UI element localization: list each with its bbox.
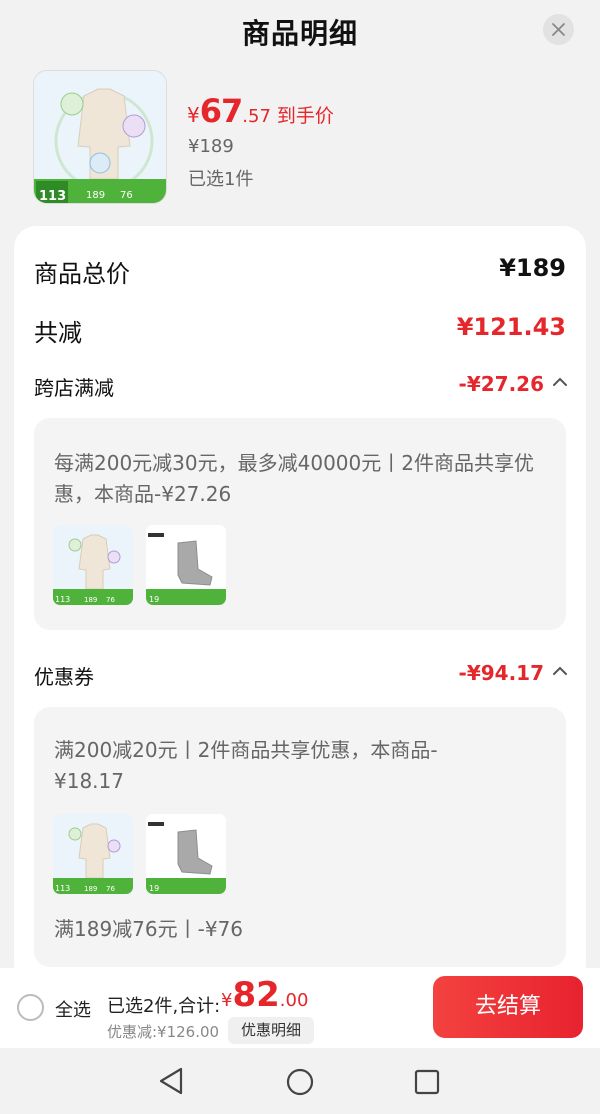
sum-price: ¥82.00 <box>221 975 308 1015</box>
price-integer: 67 <box>199 92 244 130</box>
svg-text:19: 19 <box>149 595 159 604</box>
selected-count: 已选1件 <box>188 169 254 190</box>
total-reduction-label: 共减 <box>34 319 82 347</box>
select-all-radio[interactable] <box>17 994 44 1021</box>
discount-note: 优惠减:¥126.00 <box>107 1023 220 1041</box>
total-price-value: ¥189 <box>499 254 566 282</box>
coupon-extra-text: 满189减76元丨-¥76 <box>54 917 244 941</box>
total-price-label: 商品总价 <box>34 260 130 288</box>
close-icon <box>552 23 565 36</box>
svg-text:76: 76 <box>106 596 115 604</box>
sum-integer: 82 <box>232 975 280 1015</box>
chevron-up-icon[interactable] <box>552 376 568 388</box>
sheet-title: 商品明细 <box>241 17 358 50</box>
sum-symbol: ¥ <box>221 990 233 1011</box>
nav-back-icon[interactable] <box>157 1066 185 1096</box>
detail-sheet: 商品明细 113 189 76 ¥67.57 到手价 ¥189 已选1件 商品总价… <box>0 0 600 986</box>
nav-recents-icon[interactable] <box>413 1068 441 1096</box>
product-thumb-socks: 19 <box>146 814 226 894</box>
svg-text:113: 113 <box>55 595 70 604</box>
final-price: ¥67.57 到手价 <box>187 92 334 130</box>
svg-text:19: 19 <box>149 884 159 893</box>
price-decimal: .57 <box>242 106 271 127</box>
selection-summary: 已选2件,合计: <box>107 996 221 1017</box>
cross-store-detail-text: 每满200元减30元，最多减40000元丨2件商品共享优惠，本商品-¥27.26 <box>54 451 534 506</box>
svg-text:113: 113 <box>39 189 66 204</box>
checkout-button[interactable]: 去结算 <box>433 976 583 1038</box>
cross-store-detail: 每满200元减30元，最多减40000元丨2件商品共享优惠，本商品-¥27.26… <box>34 418 566 630</box>
svg-text:189: 189 <box>84 885 97 893</box>
svg-text:189: 189 <box>84 596 97 604</box>
price-symbol: ¥ <box>187 103 200 127</box>
coupon-detail: 满200减20元丨2件商品共享优惠，本商品-¥18.17 113 189 76 … <box>34 707 566 967</box>
select-all-label[interactable]: 全选 <box>55 996 91 1022</box>
system-nav-bar <box>0 1048 600 1114</box>
sum-decimal: .00 <box>279 990 309 1011</box>
price-label: 到手价 <box>276 105 334 127</box>
product-thumbnail: 113 189 76 <box>33 70 167 204</box>
close-button[interactable] <box>543 14 574 45</box>
coupon-value[interactable]: -¥94.17 <box>459 661 544 685</box>
cross-store-value[interactable]: -¥27.26 <box>459 372 544 396</box>
cross-store-label[interactable]: 跨店满减 <box>34 372 114 401</box>
total-reduction-value: ¥121.43 <box>456 313 566 341</box>
svg-text:76: 76 <box>106 885 115 893</box>
svg-text:76: 76 <box>120 190 133 201</box>
coupon-label[interactable]: 优惠券 <box>34 661 94 690</box>
product-thumb-socks: 19 <box>146 525 226 605</box>
original-price: ¥189 <box>188 136 234 157</box>
nav-home-icon[interactable] <box>285 1067 315 1097</box>
svg-text:113: 113 <box>55 884 70 893</box>
coupon-detail-text: 满200减20元丨2件商品共享优惠，本商品-¥18.17 <box>54 738 438 793</box>
product-thumb-jacket: 113 189 76 <box>53 814 133 894</box>
svg-text:189: 189 <box>86 190 105 201</box>
chevron-up-icon[interactable] <box>552 665 568 677</box>
product-thumb-jacket: 113 189 76 <box>53 525 133 605</box>
discount-detail-button[interactable]: 优惠明细 <box>228 1017 314 1044</box>
sheet-header: 商品明细 <box>0 0 600 64</box>
